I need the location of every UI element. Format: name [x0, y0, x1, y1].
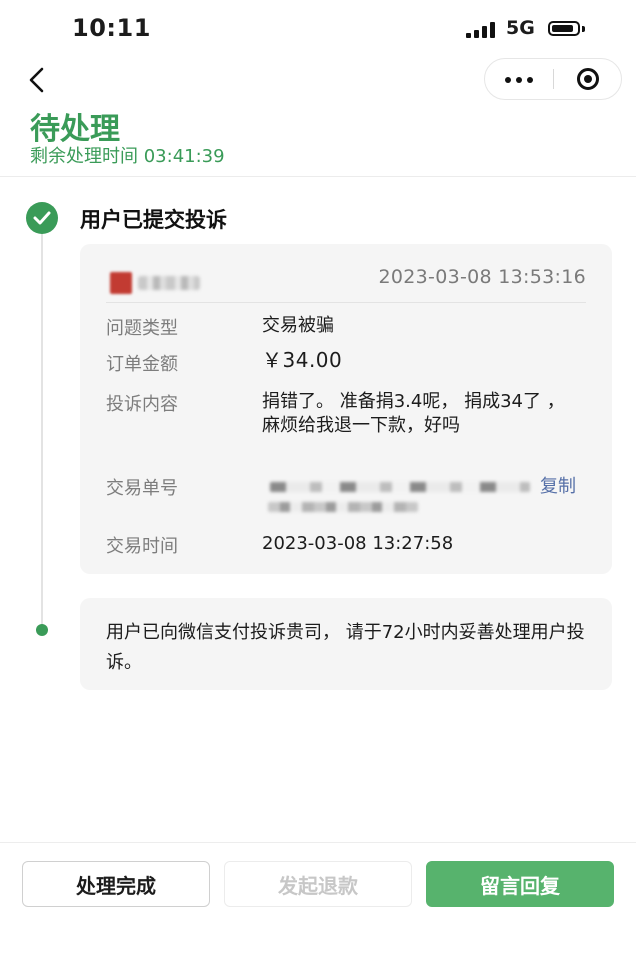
transaction-id-label: 交易单号: [106, 478, 178, 499]
avatar: [110, 272, 132, 294]
battery-icon: [548, 21, 580, 36]
user-name-redacted: [138, 276, 200, 290]
close-mini-program-button[interactable]: [555, 59, 621, 99]
order-amount-label: 订单金额: [106, 354, 178, 375]
capsule-divider: [553, 69, 554, 89]
status-time: 10:11: [72, 14, 151, 42]
back-button[interactable]: [18, 62, 58, 98]
complaint-content-label: 投诉内容: [106, 394, 178, 415]
more-dots-icon: [505, 77, 511, 83]
more-button[interactable]: [485, 59, 553, 99]
timeline-line: [41, 224, 43, 628]
order-amount-value: ￥34.00: [262, 348, 343, 372]
complaint-content-value: 捐错了。 准备捐3.4呢， 捐成34了 ， 麻烦给我退一下款，好吗: [262, 391, 565, 436]
process-complete-button[interactable]: 处理完成: [22, 861, 210, 907]
notice-text: 用户已向微信支付投诉贵司， 请于72小时内妥善处理用户投诉。: [106, 622, 585, 673]
issue-type-label: 问题类型: [106, 318, 178, 339]
chevron-left-icon: [29, 67, 44, 93]
transaction-id-redacted: [270, 482, 530, 492]
bottom-divider: [0, 842, 636, 843]
card-divider: [106, 302, 586, 303]
leave-message-button[interactable]: 留言回复: [426, 861, 614, 907]
signal-icon: [466, 22, 498, 38]
copy-button[interactable]: 复制: [540, 472, 576, 498]
check-icon: [26, 202, 58, 234]
battery-tip: [582, 26, 585, 32]
header-divider: [0, 176, 636, 177]
submit-time: 2023-03-08 13:53:16: [378, 266, 586, 288]
issue-type-value: 交易被骗: [262, 315, 334, 336]
network-type: 5G: [506, 17, 535, 39]
mini-program-capsule: [484, 58, 622, 100]
remaining-time: 剩余处理时间 03:41:39: [30, 146, 225, 167]
timeline-dot: [36, 624, 48, 636]
step-title: 用户已提交投诉: [80, 208, 227, 232]
complaint-card: 2023-03-08 13:53:16 问题类型 交易被骗 订单金额 ￥34.0…: [80, 244, 612, 574]
initiate-refund-button[interactable]: 发起退款: [224, 861, 412, 907]
transaction-time-value: 2023-03-08 13:27:58: [262, 533, 454, 554]
notice-card: 用户已向微信支付投诉贵司， 请于72小时内妥善处理用户投诉。: [80, 598, 612, 690]
transaction-time-label: 交易时间: [106, 536, 178, 557]
status-bar: 10:11 5G: [0, 0, 636, 60]
